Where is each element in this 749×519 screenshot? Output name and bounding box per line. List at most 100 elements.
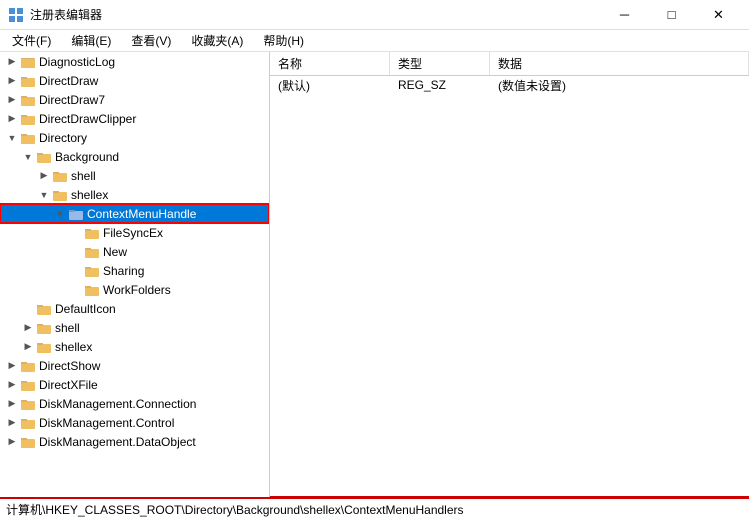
maximize-button[interactable]: □ <box>649 0 694 30</box>
close-button[interactable]: ✕ <box>696 0 741 30</box>
data-cell-type-default: REG_SZ <box>390 78 490 92</box>
folder-icon-directdraw7 <box>20 92 36 108</box>
tree-node-sharing[interactable]: Sharing <box>0 261 269 280</box>
tree-node-diskmanagement-connection[interactable]: ▶ DiskManagement.Connection <box>0 394 269 413</box>
tree-node-filesyncex[interactable]: FileSyncEx <box>0 223 269 242</box>
folder-icon-shell <box>52 168 68 184</box>
tree-label-directdraw: DirectDraw <box>39 74 98 88</box>
expand-icon-directory[interactable]: ▼ <box>4 130 20 146</box>
tree-label-diskmanagement-dataobject: DiskManagement.DataObject <box>39 435 196 449</box>
app-title: 注册表编辑器 <box>30 6 102 23</box>
tree-label-directdrawclipper: DirectDrawClipper <box>39 112 136 126</box>
folder-icon-shellex2 <box>36 339 52 355</box>
tree-node-directdrawclipper[interactable]: ▶ DirectDrawClipper <box>0 109 269 128</box>
tree-node-background[interactable]: ▼ Background <box>0 147 269 166</box>
tree-node-shellex2[interactable]: ▶ shellex <box>0 337 269 356</box>
expand-icon-directdraw[interactable]: ▶ <box>4 73 20 89</box>
tree-node-directxfile[interactable]: ▶ DirectXFile <box>0 375 269 394</box>
title-bar: 注册表编辑器 ─ □ ✕ <box>0 0 749 30</box>
tree-label-background: Background <box>55 150 119 164</box>
minimize-button[interactable]: ─ <box>602 0 647 30</box>
tree-label-defaulticon: DefaultIcon <box>55 302 116 316</box>
tree-label-sharing: Sharing <box>103 264 144 278</box>
tree-node-diskmanagement-dataobject[interactable]: ▶ DiskManagement.DataObject <box>0 432 269 451</box>
expand-icon-shellex2[interactable]: ▶ <box>20 339 36 355</box>
expand-icon-shell2[interactable]: ▶ <box>20 320 36 336</box>
tree-node-shell[interactable]: ▶ shell <box>0 166 269 185</box>
tree-node-diskmanagement-control[interactable]: ▶ DiskManagement.Control <box>0 413 269 432</box>
menu-bar: 文件(F) 编辑(E) 查看(V) 收藏夹(A) 帮助(H) <box>0 30 749 52</box>
folder-icon-directshow <box>20 358 36 374</box>
col-header-data[interactable]: 数据 <box>490 52 749 75</box>
tree-node-directdraw7[interactable]: ▶ DirectDraw7 <box>0 90 269 109</box>
tree-panel[interactable]: ▶ DiagnosticLog ▶ DirectDraw ▶ DirectDra… <box>0 52 270 497</box>
expand-icon-shell[interactable]: ▶ <box>36 168 52 184</box>
expand-icon-diagnosticlog[interactable]: ▶ <box>4 54 20 70</box>
folder-icon-contextmenuhandle <box>68 206 84 222</box>
app-icon <box>8 7 24 23</box>
tree-label-directxfile: DirectXFile <box>39 378 98 392</box>
expand-icon-directxfile[interactable]: ▶ <box>4 377 20 393</box>
expand-icon-background[interactable]: ▼ <box>20 149 36 165</box>
folder-icon-new <box>84 244 100 260</box>
folder-icon-defaulticon <box>36 301 52 317</box>
tree-node-directdraw[interactable]: ▶ DirectDraw <box>0 71 269 90</box>
tree-node-contextmenuhandle[interactable]: ▼ ContextMenuHandle <box>0 204 269 223</box>
tree-label-diskmanagement-connection: DiskManagement.Connection <box>39 397 196 411</box>
folder-icon-diskmanagement-connection <box>20 396 36 412</box>
folder-icon-directdrawclipper <box>20 111 36 127</box>
tree-label-shellex: shellex <box>71 188 108 202</box>
menu-favorites[interactable]: 收藏夹(A) <box>183 30 251 51</box>
window-controls: ─ □ ✕ <box>602 0 741 30</box>
folder-icon-diskmanagement-dataobject <box>20 434 36 450</box>
expand-icon-diskmanagement-dataobject[interactable]: ▶ <box>4 434 20 450</box>
status-path: 计算机\HKEY_CLASSES_ROOT\Directory\Backgrou… <box>6 501 464 518</box>
tree-label-contextmenuhandle: ContextMenuHandle <box>87 207 196 221</box>
folder-icon-background <box>36 149 52 165</box>
tree-node-workfolders[interactable]: WorkFolders <box>0 280 269 299</box>
status-bar: 计算机\HKEY_CLASSES_ROOT\Directory\Backgrou… <box>0 497 749 519</box>
col-header-name[interactable]: 名称 <box>270 52 390 75</box>
tree-node-shell2[interactable]: ▶ shell <box>0 318 269 337</box>
tree-label-shellex2: shellex <box>55 340 92 354</box>
folder-icon-sharing <box>84 263 100 279</box>
folder-icon-directdraw <box>20 73 36 89</box>
folder-icon-shell2 <box>36 320 52 336</box>
tree-node-diagnosticlog[interactable]: ▶ DiagnosticLog <box>0 52 269 71</box>
expand-icon-directshow[interactable]: ▶ <box>4 358 20 374</box>
expand-icon-diskmanagement-connection[interactable]: ▶ <box>4 396 20 412</box>
tree-node-shellex[interactable]: ▼ shellex <box>0 185 269 204</box>
folder-icon-diskmanagement-control <box>20 415 36 431</box>
tree-node-directory[interactable]: ▼ Directory <box>0 128 269 147</box>
folder-icon-filesyncex <box>84 225 100 241</box>
menu-file[interactable]: 文件(F) <box>4 30 59 51</box>
expand-icon-directdraw7[interactable]: ▶ <box>4 92 20 108</box>
tree-node-directshow[interactable]: ▶ DirectShow <box>0 356 269 375</box>
expand-icon-shellex[interactable]: ▼ <box>36 187 52 203</box>
tree-label-workfolders: WorkFolders <box>103 283 171 297</box>
data-cell-name-default: (默认) <box>270 77 390 94</box>
col-header-type[interactable]: 类型 <box>390 52 490 75</box>
expand-icon-directdrawclipper[interactable]: ▶ <box>4 111 20 127</box>
data-row-default[interactable]: (默认) REG_SZ (数值未设置) <box>270 76 749 95</box>
menu-edit[interactable]: 编辑(E) <box>63 30 119 51</box>
tree-label-shell: shell <box>71 169 96 183</box>
tree-node-new[interactable]: New <box>0 242 269 261</box>
right-content[interactable]: (默认) REG_SZ (数值未设置) <box>270 76 749 497</box>
tree-node-defaulticon[interactable]: DefaultIcon <box>0 299 269 318</box>
title-bar-left: 注册表编辑器 <box>8 6 102 23</box>
data-cell-value-default: (数值未设置) <box>490 77 749 94</box>
tree-label-diskmanagement-control: DiskManagement.Control <box>39 416 174 430</box>
tree-label-directshow: DirectShow <box>39 359 100 373</box>
folder-icon-directory <box>20 130 36 146</box>
expand-icon-diskmanagement-control[interactable]: ▶ <box>4 415 20 431</box>
folder-icon-directxfile <box>20 377 36 393</box>
menu-view[interactable]: 查看(V) <box>123 30 179 51</box>
menu-help[interactable]: 帮助(H) <box>255 30 312 51</box>
tree-label-shell2: shell <box>55 321 80 335</box>
tree-label-diagnosticlog: DiagnosticLog <box>39 55 115 69</box>
main-area: ▶ DiagnosticLog ▶ DirectDraw ▶ DirectDra… <box>0 52 749 497</box>
column-header: 名称 类型 数据 <box>270 52 749 76</box>
expand-icon-contextmenuhandle[interactable]: ▼ <box>52 206 68 222</box>
folder-icon-shellex <box>52 187 68 203</box>
